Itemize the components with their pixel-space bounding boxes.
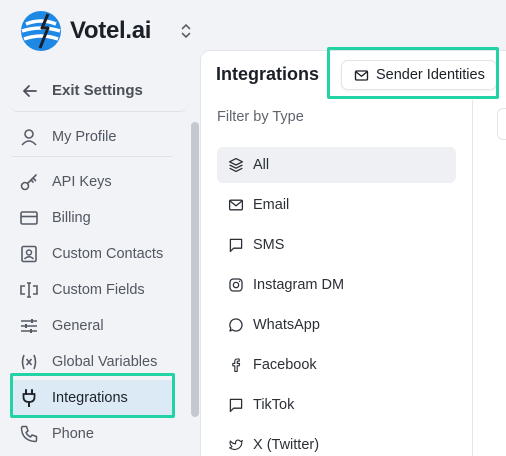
search-input[interactable] xyxy=(497,108,506,140)
facebook-icon xyxy=(232,358,241,372)
sidebar-item-label: Billing xyxy=(52,210,91,226)
sidebar-item-phone[interactable]: Phone xyxy=(10,416,172,452)
settings-sidebar: Votel.ai Exit Settings My Profile API Ke… xyxy=(0,0,200,456)
filter-item-facebook[interactable]: Facebook xyxy=(217,347,456,383)
brand-name: Votel.ai xyxy=(70,17,152,44)
filter-item-label: X (Twitter) xyxy=(253,437,320,453)
sidebar-item-label: Custom Contacts xyxy=(52,246,164,262)
page-title: Integrations xyxy=(216,64,320,84)
message-square-icon xyxy=(229,238,243,253)
exit-settings-label: Exit Settings xyxy=(52,82,143,99)
filter-item-label: Facebook xyxy=(253,357,317,373)
sidebar-item-label: Phone xyxy=(52,426,94,442)
sidebar-scrollbar[interactable] xyxy=(191,122,199,417)
filter-item-tiktok[interactable]: TikTok xyxy=(217,387,456,423)
sidebar-item-label: General xyxy=(52,318,104,334)
layers-icon xyxy=(228,157,244,173)
user-icon xyxy=(18,126,40,148)
sidebar-item-label: API Keys xyxy=(52,174,112,190)
sidebar-item-integrations[interactable]: Integrations xyxy=(10,380,172,416)
arrow-left-icon xyxy=(23,84,37,97)
text-cursor-icon xyxy=(18,279,40,301)
filter-item-label: All xyxy=(253,157,270,173)
mail-icon xyxy=(354,69,369,81)
instagram-icon xyxy=(229,278,243,292)
message-circle-icon xyxy=(229,318,243,332)
filter-item-sms[interactable]: SMS xyxy=(217,227,456,263)
sidebar-item-label: My Profile xyxy=(52,129,117,145)
sidebar-item-custom-fields[interactable]: Custom Fields xyxy=(10,272,172,308)
chevron-up-down-icon[interactable] xyxy=(180,22,192,40)
plug-icon xyxy=(18,387,40,409)
key-icon xyxy=(18,171,40,193)
mail-icon xyxy=(228,199,244,211)
sidebar-item-label: Global Variables xyxy=(52,354,158,370)
sidebar-item-general[interactable]: General xyxy=(10,308,172,344)
sidebar-item-custom-contacts[interactable]: Custom Contacts xyxy=(10,236,172,272)
sender-identities-tab[interactable]: Sender Identities xyxy=(341,60,497,90)
tab-label: Sender Identities xyxy=(376,67,485,83)
filter-item-label: Email xyxy=(253,197,290,213)
sidebar-item-label: Custom Fields xyxy=(52,282,145,298)
sidebar-item-global-variables[interactable]: Global Variables xyxy=(10,344,172,380)
sliders-icon xyxy=(18,315,40,337)
filter-item-email[interactable]: Email xyxy=(217,187,456,223)
sidebar-divider xyxy=(12,156,172,157)
filter-item-label: TikTok xyxy=(253,397,295,413)
filter-item-whatsapp[interactable]: WhatsApp xyxy=(217,307,456,343)
sidebar-item-label: Integrations xyxy=(52,390,128,406)
message-square-icon xyxy=(229,398,243,413)
filter-item-all[interactable]: All xyxy=(217,147,456,183)
sidebar-item-my-profile[interactable]: My Profile xyxy=(10,119,172,155)
exit-settings-button[interactable]: Exit Settings xyxy=(10,70,188,112)
sidebar-item-api-keys[interactable]: API Keys xyxy=(10,164,172,200)
phone-icon xyxy=(18,423,40,445)
credit-card-icon xyxy=(18,207,40,229)
filter-item-instagram-dm[interactable]: Instagram DM xyxy=(217,267,456,303)
filter-item-x-twitter[interactable]: X (Twitter) xyxy=(217,427,456,456)
filter-item-label: SMS xyxy=(253,237,285,253)
filter-item-label: Instagram DM xyxy=(253,277,345,293)
sidebar-item-billing[interactable]: Billing xyxy=(10,200,172,236)
variable-icon xyxy=(18,351,40,373)
filter-item-label: WhatsApp xyxy=(253,317,320,333)
panel-divider xyxy=(472,100,473,456)
votel-logo-icon xyxy=(21,11,61,51)
filter-heading: Filter by Type xyxy=(217,109,304,125)
brand[interactable]: Votel.ai xyxy=(18,8,151,54)
contact-card-icon xyxy=(18,243,40,265)
twitter-icon xyxy=(229,439,243,451)
